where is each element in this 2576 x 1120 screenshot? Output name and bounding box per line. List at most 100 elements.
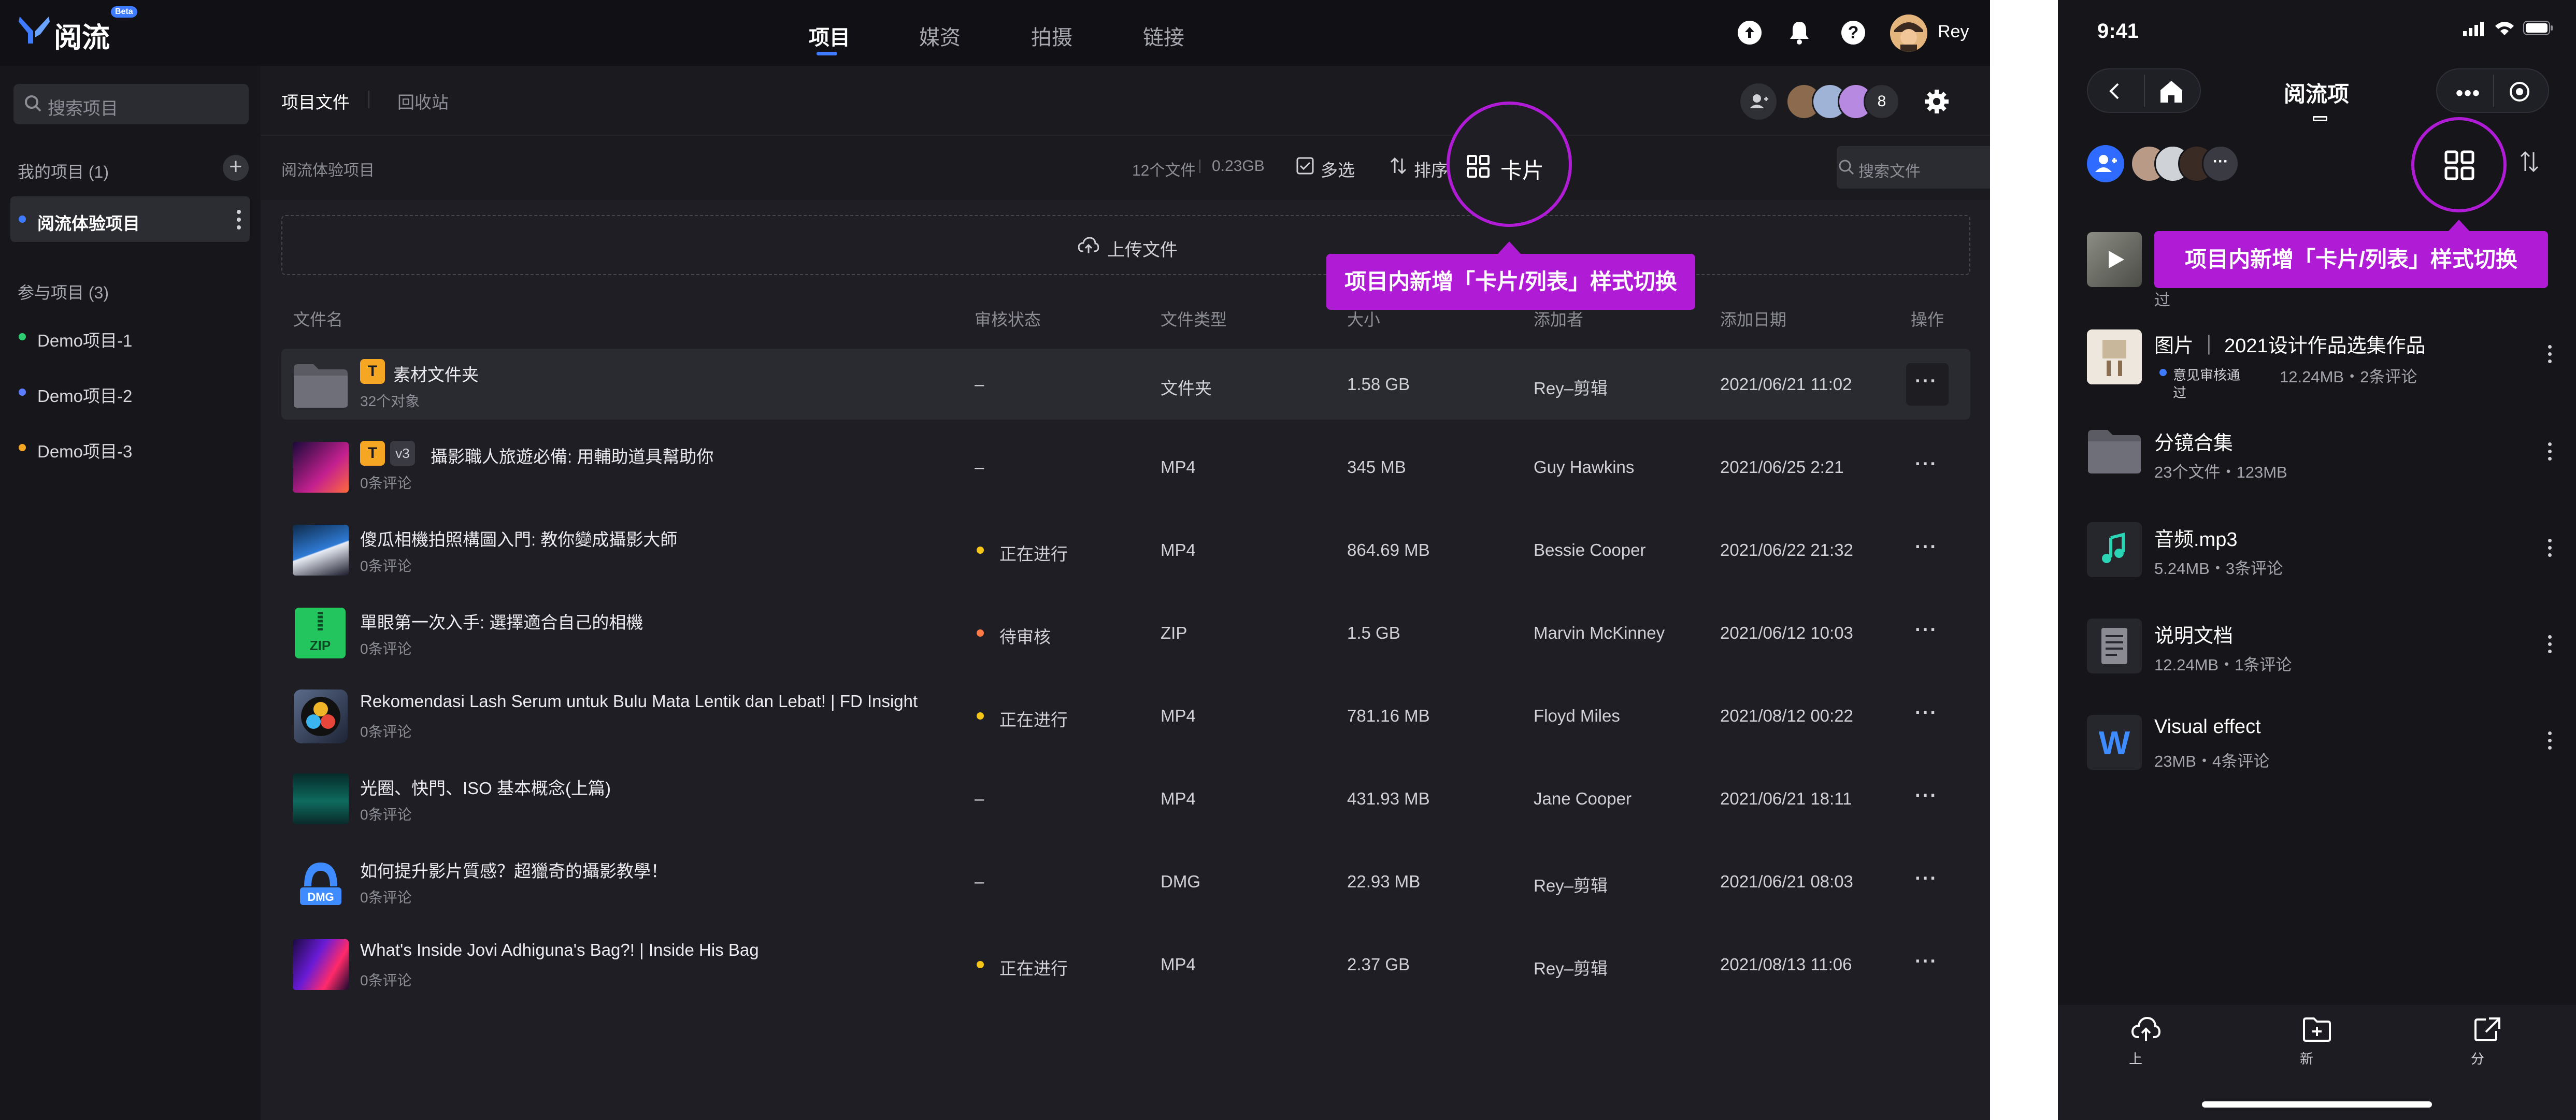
gear-icon[interactable] — [1924, 89, 1950, 114]
file-name[interactable]: 素材文件夹 — [393, 361, 479, 386]
project-search-placeholder: 搜索项目 — [48, 99, 118, 119]
upload-file-label: 上传文件 — [1107, 240, 1178, 260]
file-name[interactable]: What's Inside Jovi Adhiguna's Bag?! | In… — [360, 940, 759, 960]
home-icon[interactable] — [2158, 79, 2184, 104]
more-vertical-icon[interactable] — [2548, 731, 2552, 753]
more-actions-button[interactable]: ··· — [1906, 363, 1949, 406]
more-horizontal-icon[interactable]: ··· — [1915, 868, 1938, 890]
help-icon[interactable]: ? — [1841, 21, 1865, 45]
more-horizontal-icon[interactable]: ··· — [1915, 951, 1938, 973]
list-item[interactable]: W Visual effect 23MB・4条评论 — [2068, 709, 2566, 786]
list-item-sub: 23MB・4条评论 — [2154, 752, 2270, 770]
list-item[interactable]: 音频.mp3 5.24MB・3条评论 — [2068, 516, 2566, 594]
video-thumbnail — [293, 773, 349, 824]
file-name[interactable]: Rekomendasi Lash Serum untuk Bulu Mata L… — [360, 692, 918, 711]
more-vertical-icon[interactable] — [2548, 442, 2552, 464]
share-icon — [2473, 1016, 2502, 1042]
more-horizontal-icon[interactable]: ··· — [1915, 619, 1938, 641]
column-header-size[interactable]: 大小 — [1347, 307, 1380, 331]
review-status: – — [975, 872, 984, 891]
file-search-placeholder: 搜索文件 — [1858, 163, 1921, 180]
table-row[interactable]: T 素材文件夹 32个对象 – 文件夹 1.58 GB Rey–剪辑 2021/… — [281, 349, 1970, 420]
more-vertical-icon[interactable] — [2548, 539, 2552, 561]
back-chevron-icon[interactable] — [2105, 81, 2125, 102]
nav-tab-media[interactable]: 媒资 — [919, 21, 961, 51]
table-row[interactable]: 光圈、快門、ISO 基本概念(上篇) 0条评论 – MP4 431.93 MB … — [281, 763, 1970, 834]
view-toggle-highlight[interactable]: 卡片 — [1447, 102, 1572, 227]
table-row[interactable]: DMG 如何提升影片質感？超獵奇的攝影教學！ 0条评论 – DMG 22.93 … — [281, 846, 1970, 917]
column-header-date[interactable]: 添加日期 — [1720, 307, 1786, 331]
column-header-adder[interactable]: 添加者 — [1534, 307, 1583, 331]
sort-button[interactable]: 排序 — [1414, 156, 1448, 181]
file-name[interactable]: 如何提升影片質感？超獵奇的攝影教學！ — [360, 857, 668, 882]
more-horizontal-icon[interactable]: ••• — [2456, 82, 2481, 105]
review-status[interactable]: 正在进行 — [999, 540, 1068, 565]
file-name[interactable]: 光圈、快門、ISO 基本概念(上篇) — [360, 774, 611, 799]
tab-upload[interactable]: 上 — [2125, 1016, 2167, 1073]
file-toolbar: 阅流体验项目 12个文件 0.23GB 多选 排序 搜索文件 分享 新建 — [261, 136, 1990, 200]
upload-icon[interactable] — [1738, 21, 1762, 45]
brand-name: 阅流 — [54, 22, 110, 53]
nav-tab-projects[interactable]: 项目 — [809, 21, 850, 51]
review-status[interactable]: 正在进行 — [999, 955, 1068, 980]
more-horizontal-icon[interactable]: ··· — [1915, 536, 1938, 558]
column-header-type[interactable]: 文件类型 — [1161, 307, 1227, 331]
list-item[interactable]: 说明文档 12.24MB・1条评论 — [2068, 612, 2566, 690]
more-horizontal-icon[interactable]: ··· — [1915, 785, 1938, 807]
more-vertical-icon[interactable] — [2548, 635, 2552, 657]
user-avatar[interactable] — [1890, 15, 1927, 52]
table-row[interactable]: What's Inside Jovi Adhiguna's Bag?! | In… — [281, 929, 1970, 1000]
notification-bell-icon[interactable] — [1787, 20, 1811, 46]
sidebar-item-demo-1[interactable]: Demo项目-1 — [10, 319, 250, 355]
more-vertical-icon[interactable] — [2548, 345, 2552, 367]
image-thumbnail — [2087, 329, 2142, 384]
file-search-input[interactable]: 搜索文件 — [1837, 146, 1990, 189]
multi-select-button[interactable]: 多选 — [1321, 156, 1355, 181]
sort-icon[interactable] — [2518, 150, 2541, 173]
list-item[interactable]: 分镜合集 23个文件・123MB — [2068, 420, 2566, 497]
tab-project-files[interactable]: 项目文件 — [281, 89, 350, 113]
tab-recycle-bin[interactable]: 回收站 — [397, 89, 449, 113]
close-target-icon[interactable] — [2509, 81, 2530, 103]
table-row[interactable]: Rekomendasi Lash Serum untuk Bulu Mata L… — [281, 680, 1970, 751]
column-header-status[interactable]: 审核状态 — [975, 307, 1041, 331]
upload-file-button[interactable]: 上传文件 — [281, 215, 1970, 275]
list-item-sub: 23个文件・123MB — [2154, 463, 2287, 481]
more-members-icon[interactable]: ··· — [2202, 145, 2239, 182]
add-member-icon[interactable] — [1740, 83, 1777, 120]
sidebar-item-demo-3[interactable]: Demo项目-3 — [10, 429, 250, 466]
user-name[interactable]: Rey — [1938, 22, 1969, 42]
desktop-app-window: 阅流 Beta 项目 媒资 拍摄 链接 ? Rey 搜索项目 我的项目 (1) … — [0, 0, 1990, 1120]
review-status[interactable]: 待审核 — [999, 623, 1051, 648]
more-vertical-icon[interactable] — [235, 207, 242, 233]
view-toggle-highlight[interactable] — [2411, 117, 2507, 212]
nav-tab-shoot[interactable]: 拍摄 — [1031, 21, 1072, 51]
version-badge[interactable]: v3 — [390, 441, 415, 466]
file-name[interactable]: 傻瓜相機拍照構圖入門: 教你變成攝影大師 — [360, 526, 677, 551]
add-project-button[interactable]: + — [223, 155, 249, 181]
table-row[interactable]: T v3 攝影職人旅遊必備: 用輔助道具幫助你 0条评论 – MP4 345 M… — [281, 432, 1970, 502]
column-header-name[interactable]: 文件名 — [293, 307, 343, 331]
sidebar-item-project-active[interactable]: 阅流体验项目 — [10, 196, 250, 242]
review-status[interactable]: 正在进行 — [999, 706, 1068, 731]
logo-icon[interactable] — [18, 13, 51, 45]
table-row[interactable]: ZIP 單眼第一次入手: 選擇適合自己的相機 0条评论 待审核 ZIP 1.5 … — [281, 597, 1970, 668]
add-member-icon[interactable] — [2087, 145, 2124, 182]
file-name[interactable]: 攝影職人旅遊必備: 用輔助道具幫助你 — [431, 443, 713, 468]
nav-tab-links[interactable]: 链接 — [1143, 21, 1184, 51]
file-name[interactable]: 單眼第一次入手: 選擇適合自己的相機 — [360, 609, 643, 634]
more-horizontal-icon[interactable]: ··· — [1915, 702, 1938, 724]
tab-share[interactable]: 分 — [2467, 1016, 2509, 1073]
breadcrumb[interactable]: 阅流体验项目 — [281, 157, 375, 180]
member-count-badge[interactable]: 8 — [1864, 83, 1900, 120]
file-adder: Rey–剪辑 — [1534, 959, 1608, 978]
table-row[interactable]: 傻瓜相機拍照構圖入門: 教你變成攝影大師 0条评论 正在进行 MP4 864.6… — [281, 514, 1970, 585]
sidebar-item-demo-2[interactable]: Demo项目-2 — [10, 374, 250, 410]
tab-new-folder[interactable]: 新 — [2296, 1016, 2338, 1073]
list-item-video-thumb[interactable] — [2087, 232, 2142, 287]
more-horizontal-icon[interactable]: ··· — [1915, 453, 1938, 476]
list-item[interactable]: 图片 ｜ 2021设计作品选集作品 意见审核通 过 12.24MB・2条评论 — [2068, 321, 2566, 404]
comment-count: 0条评论 — [360, 724, 412, 740]
project-search-input[interactable]: 搜索项目 — [13, 84, 249, 124]
word-file-icon: W — [2087, 715, 2142, 770]
